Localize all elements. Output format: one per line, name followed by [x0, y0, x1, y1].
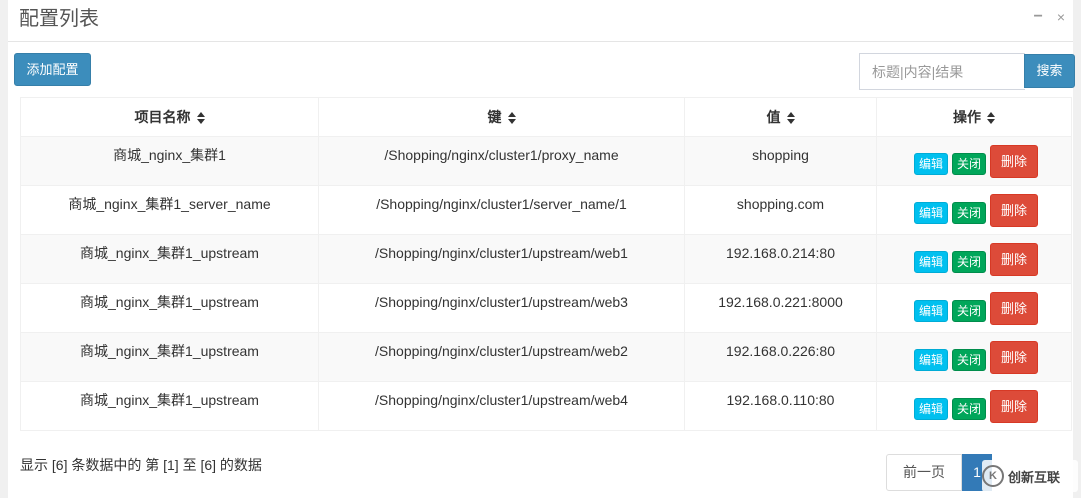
- cell-value: shopping: [684, 136, 877, 186]
- disable-button[interactable]: 关闭: [951, 202, 986, 224]
- prev-page-button[interactable]: 前一页: [886, 454, 962, 491]
- disable-button[interactable]: 关闭: [951, 398, 986, 420]
- search-button[interactable]: 搜索: [1024, 54, 1075, 88]
- watermark-logo: K 创新互联: [982, 460, 1078, 492]
- cell-name: 商城_nginx_集群1: [20, 136, 319, 186]
- cell-name: 商城_nginx_集群1_upstream: [20, 234, 319, 284]
- table-row: 商城_nginx_集群1_upstream/Shopping/nginx/clu…: [20, 332, 1072, 382]
- edit-button[interactable]: 编辑: [913, 202, 948, 224]
- cell-value: 192.168.0.226:80: [684, 332, 877, 382]
- delete-button[interactable]: 删除: [990, 193, 1039, 227]
- cell-actions: 编辑 关闭 删除: [876, 283, 1072, 333]
- panel-tools: − ×: [1033, 8, 1065, 26]
- add-config-button[interactable]: 添加配置: [14, 53, 91, 86]
- config-table: 项目名称 键 值 操作 商城_nginx_集群1/Shopping/nginx/…: [20, 97, 1072, 431]
- sort-icon[interactable]: [507, 112, 516, 125]
- cell-actions: 编辑 关闭 删除: [876, 185, 1072, 235]
- cell-actions: 编辑 关闭 删除: [876, 234, 1072, 284]
- column-header-name[interactable]: 项目名称: [20, 97, 319, 137]
- cell-actions: 编辑 关闭 删除: [876, 136, 1072, 186]
- cell-value: 192.168.0.110:80: [684, 381, 877, 431]
- cell-name: 商城_nginx_集群1_upstream: [20, 332, 319, 382]
- delete-button[interactable]: 删除: [990, 242, 1039, 276]
- edit-button[interactable]: 编辑: [913, 153, 948, 175]
- column-label: 值: [766, 109, 781, 125]
- disable-button[interactable]: 关闭: [951, 300, 986, 322]
- header-divider: [8, 41, 1073, 42]
- watermark-text: 创新互联: [1008, 469, 1061, 485]
- cell-value: 192.168.0.214:80: [684, 234, 877, 284]
- column-header-actions[interactable]: 操作: [876, 97, 1072, 137]
- close-icon[interactable]: ×: [1057, 8, 1065, 26]
- edit-button[interactable]: 编辑: [913, 398, 948, 420]
- table-row: 商城_nginx_集群1_upstream/Shopping/nginx/clu…: [20, 283, 1072, 333]
- column-header-value[interactable]: 值: [684, 97, 877, 137]
- cell-key: /Shopping/nginx/cluster1/upstream/web3: [318, 283, 685, 333]
- logo-icon: K: [982, 465, 1004, 487]
- cell-name: 商城_nginx_集群1_upstream: [20, 283, 319, 333]
- column-label: 操作: [953, 109, 981, 125]
- cell-name: 商城_nginx_集群1_server_name: [20, 185, 319, 235]
- delete-button[interactable]: 删除: [990, 291, 1039, 325]
- table-header-row: 项目名称 键 值 操作: [20, 97, 1072, 137]
- cell-key: /Shopping/nginx/cluster1/proxy_name: [318, 136, 685, 186]
- delete-button[interactable]: 删除: [990, 340, 1039, 374]
- cell-name: 商城_nginx_集群1_upstream: [20, 381, 319, 431]
- table-row: 商城_nginx_集群1_server_name/Shopping/nginx/…: [20, 185, 1072, 235]
- sort-icon[interactable]: [196, 112, 205, 125]
- sort-icon[interactable]: [786, 112, 795, 125]
- minimize-icon[interactable]: −: [1033, 8, 1042, 26]
- cell-key: /Shopping/nginx/cluster1/upstream/web4: [318, 381, 685, 431]
- edit-button[interactable]: 编辑: [913, 251, 948, 273]
- column-header-key[interactable]: 键: [318, 97, 685, 137]
- cell-key: /Shopping/nginx/cluster1/upstream/web1: [318, 234, 685, 284]
- cell-key: /Shopping/nginx/cluster1/upstream/web2: [318, 332, 685, 382]
- table-info: 显示 [6] 条数据中的 第 [1] 至 [6] 的数据: [20, 457, 262, 473]
- left-edge: [0, 0, 8, 498]
- delete-button[interactable]: 删除: [990, 144, 1039, 178]
- column-label: 项目名称: [134, 109, 191, 125]
- cell-value: 192.168.0.221:8000: [684, 283, 877, 333]
- disable-button[interactable]: 关闭: [951, 153, 986, 175]
- sort-icon[interactable]: [987, 112, 995, 125]
- table-row: 商城_nginx_集群1_upstream/Shopping/nginx/clu…: [20, 234, 1072, 284]
- panel-title: 配置列表: [19, 8, 99, 30]
- table-row: 商城_nginx_集群1_upstream/Shopping/nginx/clu…: [20, 381, 1072, 431]
- column-label: 键: [487, 109, 502, 125]
- pagination: 前一页 1: [886, 454, 992, 491]
- disable-button[interactable]: 关闭: [951, 251, 986, 273]
- delete-button[interactable]: 删除: [990, 389, 1039, 423]
- cell-actions: 编辑 关闭 删除: [876, 332, 1072, 382]
- cell-key: /Shopping/nginx/cluster1/server_name/1: [318, 185, 685, 235]
- edit-button[interactable]: 编辑: [913, 300, 948, 322]
- table-row: 商城_nginx_集群1/Shopping/nginx/cluster1/pro…: [20, 136, 1072, 186]
- search-input[interactable]: [859, 53, 1025, 90]
- edit-button[interactable]: 编辑: [913, 349, 948, 371]
- cell-value: shopping.com: [684, 185, 877, 235]
- cell-actions: 编辑 关闭 删除: [876, 381, 1072, 431]
- disable-button[interactable]: 关闭: [951, 349, 986, 371]
